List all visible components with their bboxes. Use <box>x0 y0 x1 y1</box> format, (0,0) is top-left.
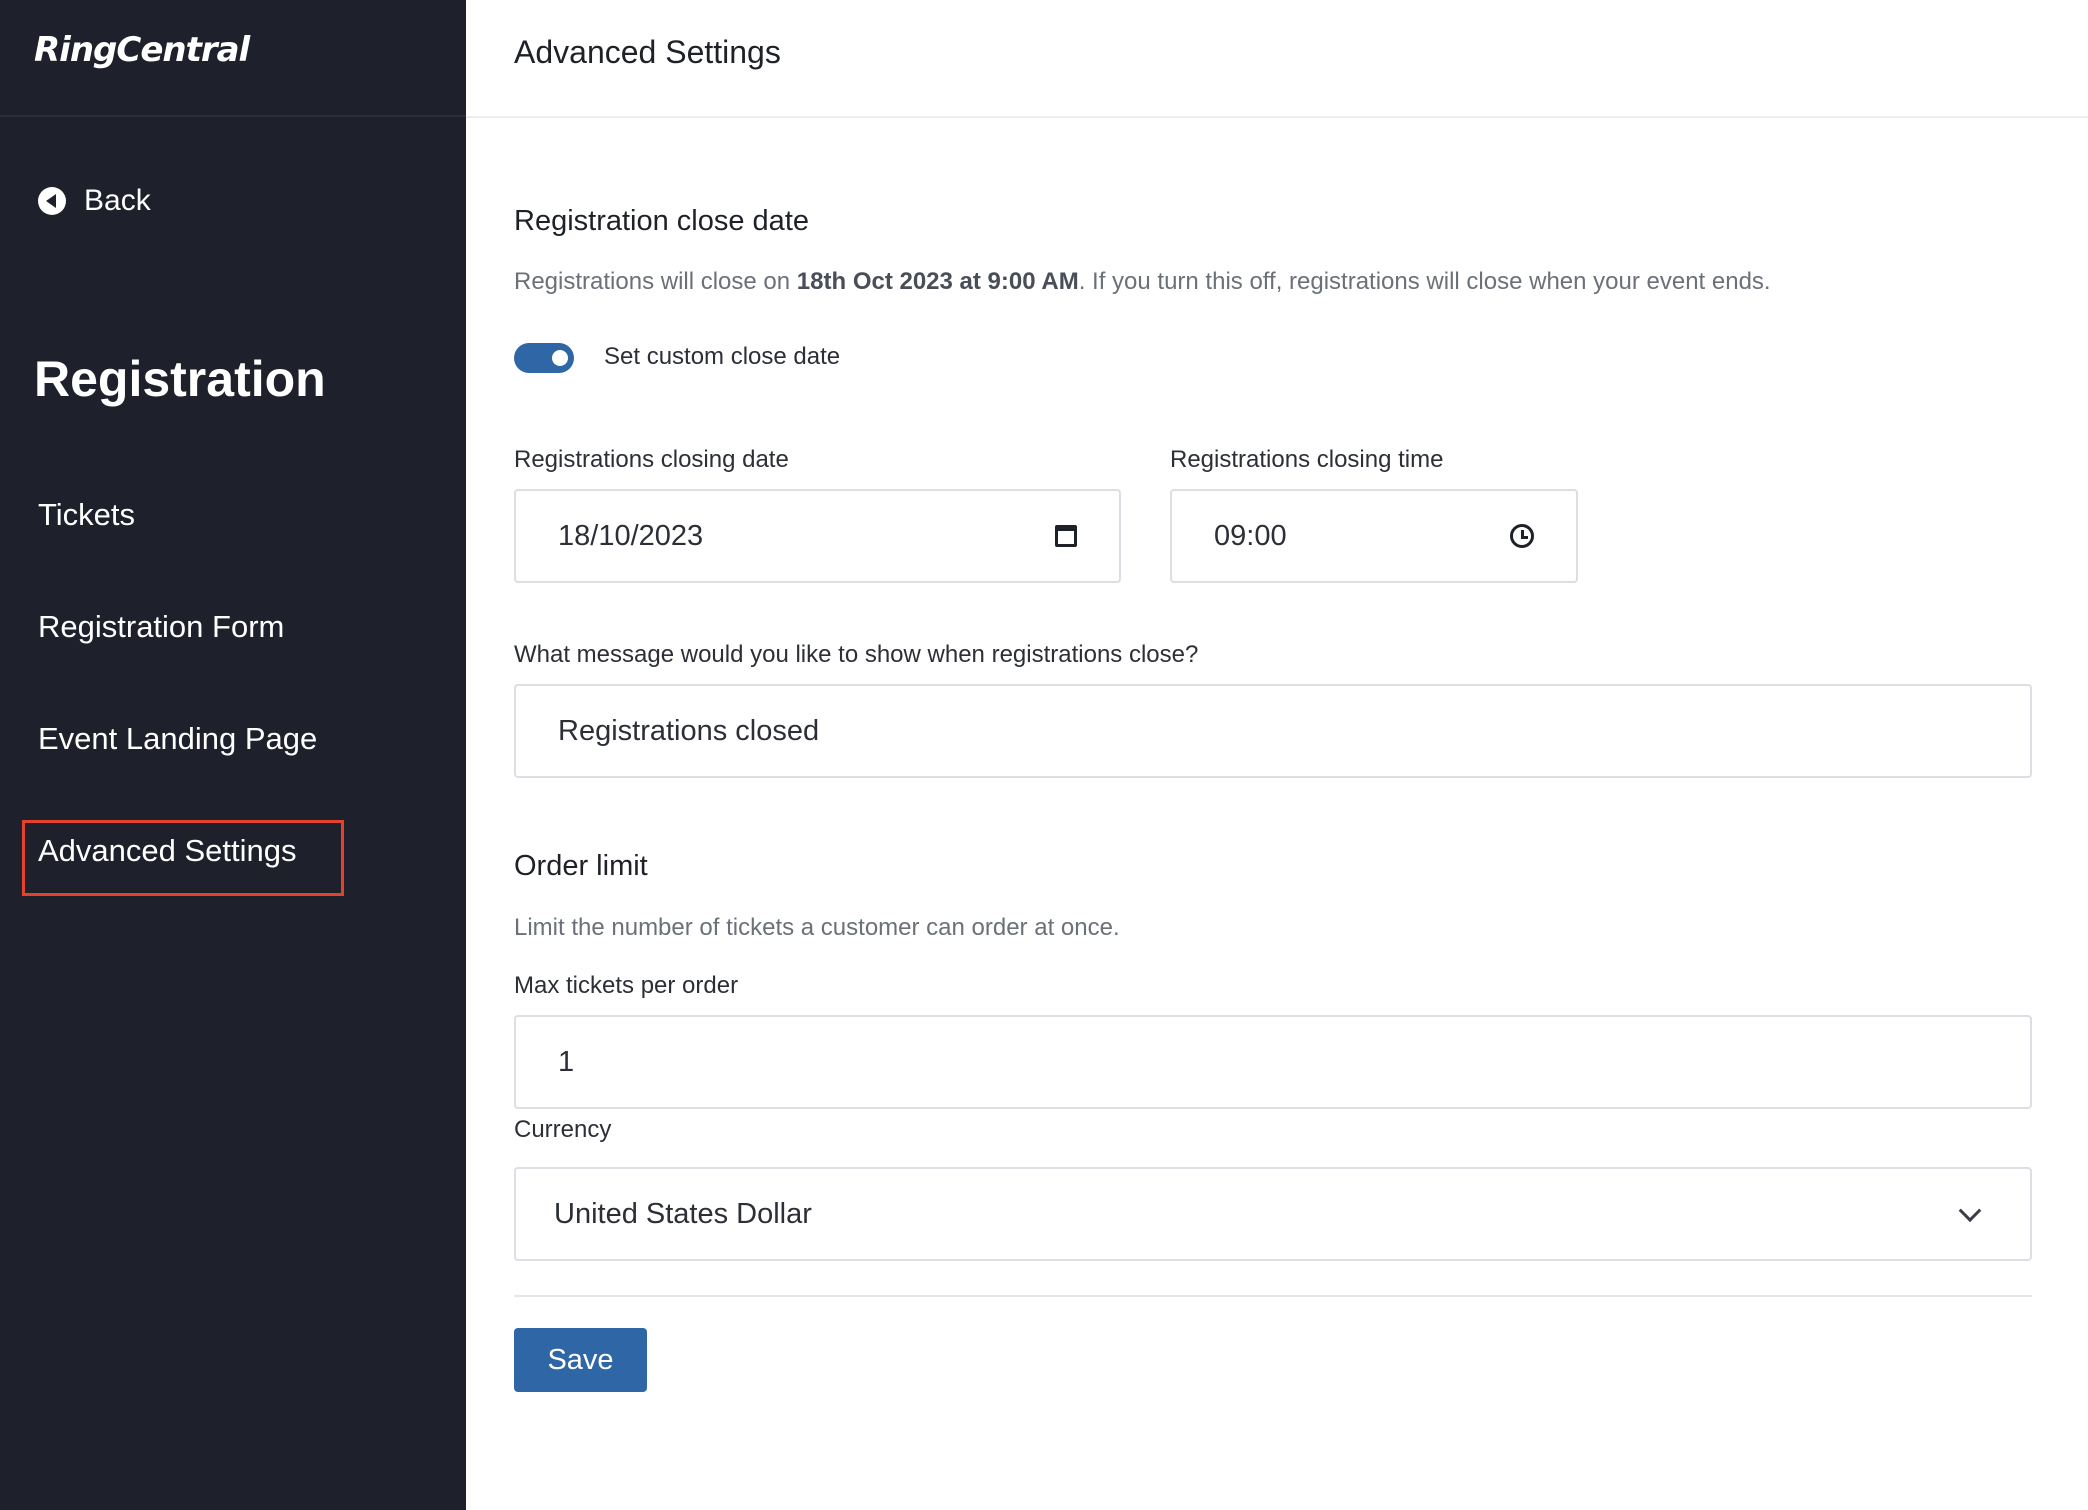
calendar-icon[interactable] <box>1055 525 1077 547</box>
page-title: Advanced Settings <box>514 34 781 70</box>
currency-select[interactable]: United States Dollar <box>514 1167 2032 1261</box>
desc-suffix: . If you turn this off, registrations wi… <box>1078 268 1771 295</box>
back-button[interactable]: Back <box>38 184 151 218</box>
close-date-heading: Registration close date <box>514 205 809 237</box>
back-circle-icon <box>38 187 66 215</box>
clock-icon[interactable] <box>1510 524 1534 548</box>
sidebar-section-title: Registration <box>34 351 326 407</box>
closing-date-label: Registrations closing date <box>514 446 789 473</box>
close-message-value: Registrations closed <box>558 714 820 747</box>
back-label: Back <box>84 184 151 217</box>
closing-date-value: 18/10/2023 <box>558 519 704 552</box>
closing-time-value: 09:00 <box>1214 519 1287 552</box>
closing-time-input[interactable]: 09:00 <box>1170 489 1578 583</box>
closing-date-input[interactable]: 18/10/2023 <box>514 489 1121 583</box>
sidebar-item-event-landing-page[interactable]: Event Landing Page <box>38 721 317 757</box>
close-date-description: Registrations will close on 18th Oct 202… <box>514 268 1771 296</box>
sidebar-item-registration-form[interactable]: Registration Form <box>38 609 284 645</box>
desc-close-datetime: 18th Oct 2023 at 9:00 AM <box>796 268 1079 295</box>
currency-label: Currency <box>514 1116 612 1143</box>
sidebar: RingCentral Back Registration Tickets Re… <box>0 0 466 1510</box>
logo-bar: RingCentral <box>0 0 466 117</box>
save-button[interactable]: Save <box>514 1328 647 1392</box>
desc-prefix: Registrations will close on <box>514 268 797 295</box>
max-tickets-value: 1 <box>558 1045 575 1078</box>
sidebar-item-tickets[interactable]: Tickets <box>38 497 135 533</box>
max-tickets-label: Max tickets per order <box>514 972 739 999</box>
close-message-input[interactable]: Registrations closed <box>514 684 2032 778</box>
chevron-down-icon <box>1958 1199 1982 1223</box>
order-limit-heading: Order limit <box>514 850 648 882</box>
toggle-label: Set custom close date <box>604 343 841 370</box>
max-tickets-input[interactable]: 1 <box>514 1015 2032 1109</box>
closing-time-label: Registrations closing time <box>1170 446 1444 473</box>
divider <box>514 1295 2032 1297</box>
main-content: Advanced Settings Registration close dat… <box>466 0 2088 1510</box>
custom-close-date-toggle[interactable] <box>514 343 574 373</box>
ringcentral-logo: RingCentral <box>34 30 250 70</box>
topbar: Advanced Settings <box>466 0 2088 118</box>
sidebar-item-advanced-settings[interactable]: Advanced Settings <box>38 833 297 869</box>
close-message-label: What message would you like to show when… <box>514 641 1199 668</box>
currency-value: United States Dollar <box>554 1197 812 1230</box>
order-limit-description: Limit the number of tickets a customer c… <box>514 914 1120 941</box>
